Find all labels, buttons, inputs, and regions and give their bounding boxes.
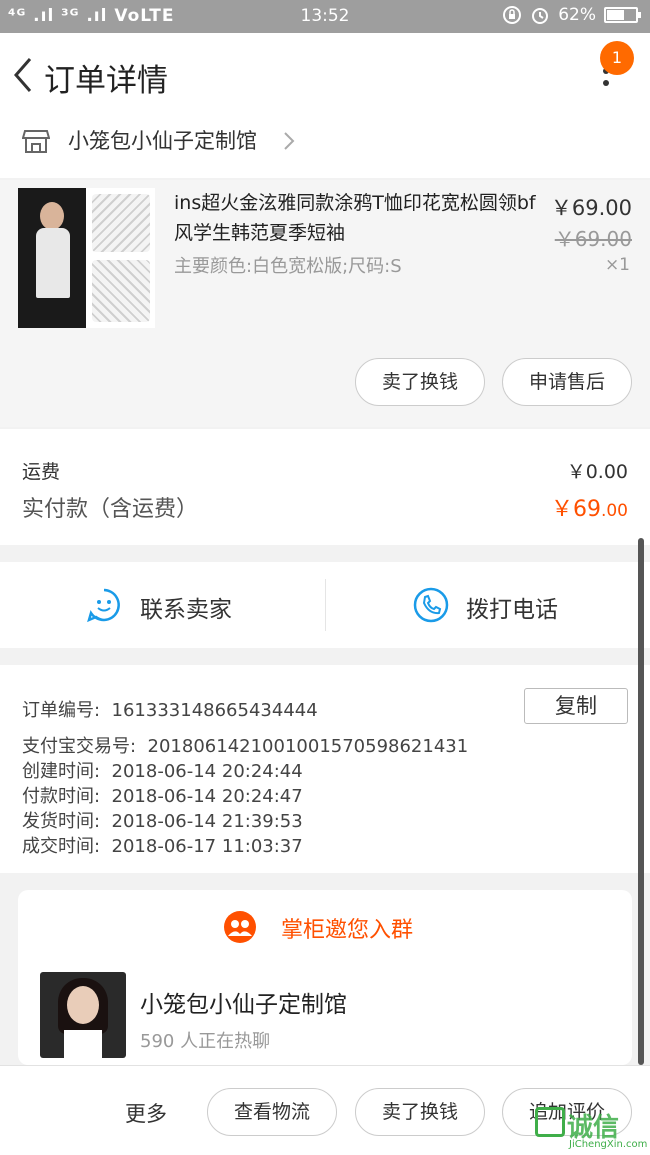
shirt-photo-folded <box>92 260 150 322</box>
paid-amount-decimal: .00 <box>600 501 628 521</box>
product-quantity: ×1 <box>604 255 630 275</box>
group-name[interactable]: 小笼包小仙子定制馆 <box>140 985 347 1019</box>
shop-row[interactable]: 小笼包小仙子定制馆 <box>0 120 650 178</box>
lock-rotation-icon <box>503 6 522 24</box>
product-price: ￥69.00 <box>550 196 632 220</box>
created-row: 创建时间: 2018-06-14 20:24:44 <box>22 757 303 783</box>
shipped-time: 2018-06-14 21:39:53 <box>111 811 303 832</box>
call-button[interactable]: 拨打电话 <box>325 579 650 631</box>
group-invite-heading: 掌柜邀您入群 <box>280 918 413 943</box>
after-sale-button[interactable]: 申请售后 <box>502 358 632 406</box>
copy-button[interactable]: 复制 <box>524 688 628 724</box>
shipping-label: 运费 <box>22 461 61 483</box>
product-title[interactable]: ins超火金泫雅同款涂鸦T恤印花宽松圆领bf风学生韩范夏季短袖 <box>174 188 542 248</box>
back-arrow-icon[interactable] <box>10 55 36 95</box>
paid-label: 实付款（含运费） <box>22 497 199 522</box>
watermark-logo-icon <box>535 1107 565 1137</box>
created-time: 2018-06-14 20:24:44 <box>111 761 303 782</box>
shop-name[interactable]: 小笼包小仙子定制馆 <box>68 125 257 155</box>
paid-row: 付款时间: 2018-06-14 20:24:47 <box>22 782 303 808</box>
order-number: 161333148665434444 <box>111 700 318 721</box>
completed-time: 2018-06-17 11:03:37 <box>111 836 303 857</box>
shipped-row: 发货时间: 2018-06-14 21:39:53 <box>22 807 303 833</box>
alarm-icon <box>532 8 549 24</box>
created-label: 创建时间: <box>22 761 101 782</box>
order-number-label: 订单编号: <box>22 700 101 721</box>
chat-face-icon <box>87 588 120 623</box>
site-watermark: 诚信 JiChengXin.com <box>533 1103 650 1155</box>
shirt-photo-front <box>92 194 150 252</box>
chevron-right-icon <box>284 132 295 150</box>
scrollbar[interactable] <box>638 538 644 1065</box>
battery-icon <box>604 7 641 23</box>
sell-button[interactable]: 卖了换钱 <box>355 358 485 406</box>
product-original-price: ￥69.00 <box>554 227 632 251</box>
completed-row: 成交时间: 2018-06-17 11:03:37 <box>22 832 303 858</box>
store-icon <box>22 130 50 153</box>
contact-seller-label: 联系卖家 <box>140 597 232 623</box>
product-sku: 主要颜色:白色宽松版;尺码:S <box>174 256 402 277</box>
page-title: 订单详情 <box>44 63 168 99</box>
watermark-url: JiChengXin.com <box>569 1139 648 1150</box>
order-item[interactable]: ins超火金泫雅同款涂鸦T恤印花宽松圆领bf风学生韩范夏季短袖 主要颜色:白色宽… <box>0 180 650 427</box>
status-right: 62% <box>502 5 641 25</box>
shipping-value: ￥0.00 <box>566 461 628 483</box>
group-member-count: 590 人正在热聊 <box>140 1031 271 1052</box>
status-bar: ⁴ᴳ .ıl ³ᴳ .ıl VoLTE 13:52 62% <box>0 0 650 33</box>
group-invite-card[interactable]: 掌柜邀您入群 小笼包小仙子定制馆 590 人正在热聊 <box>18 890 632 1065</box>
alipay-row: 支付宝交易号: 2018061421001001570598621431 <box>22 732 468 758</box>
model-photo <box>18 188 86 328</box>
fee-summary: 运费 ￥0.00 实付款（含运费） ￥69.00 <box>0 429 650 545</box>
battery-percent: 62% <box>558 5 596 25</box>
header: 订单详情 1 <box>0 33 650 120</box>
group-avatar[interactable] <box>40 972 126 1058</box>
contact-seller-button[interactable]: 联系卖家 <box>0 562 325 648</box>
battery-level <box>607 10 624 20</box>
completed-label: 成交时间: <box>22 836 101 857</box>
paid-amount: ￥69.00 <box>551 491 628 523</box>
contact-bar: 联系卖家 拨打电话 <box>0 562 650 648</box>
alipay-label: 支付宝交易号: <box>22 736 137 757</box>
view-logistics-button[interactable]: 查看物流 <box>207 1088 337 1136</box>
call-label: 拨打电话 <box>466 597 558 623</box>
paid-time-label: 付款时间: <box>22 786 101 807</box>
alipay-number: 2018061421001001570598621431 <box>147 736 469 757</box>
paid-amount-main: ￥69 <box>550 497 601 522</box>
shipped-label: 发货时间: <box>22 811 101 832</box>
phone-icon <box>413 587 449 623</box>
notification-badge[interactable]: 1 <box>600 41 634 75</box>
product-thumbnail[interactable] <box>18 188 155 328</box>
paid-time: 2018-06-14 20:24:47 <box>111 786 303 807</box>
more-button[interactable]: 更多 <box>125 1098 167 1128</box>
sell-for-cash-button[interactable]: 卖了换钱 <box>355 1088 485 1136</box>
order-number-row: 订单编号: 161333148665434444 <box>22 696 318 722</box>
order-info: 订单编号: 161333148665434444 复制 支付宝交易号: 2018… <box>0 665 650 873</box>
